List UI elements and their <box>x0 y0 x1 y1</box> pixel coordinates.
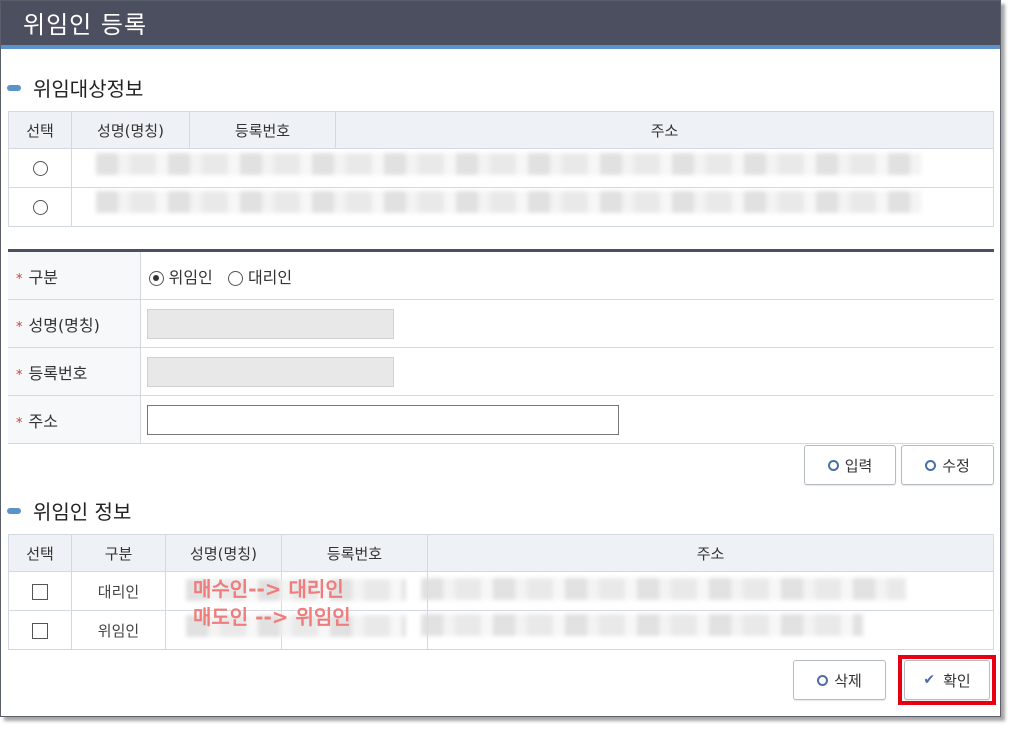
col-name: 성명(명칭) <box>71 111 190 149</box>
radio-delegator-label: 위임인 <box>168 267 213 287</box>
window-title: 위임인 등록 <box>23 11 148 39</box>
col-address: 주소 <box>427 534 994 572</box>
address-cell <box>140 395 994 444</box>
info-section-title: 위임인 정보 <box>7 496 131 525</box>
section-bullet-icon <box>7 84 21 91</box>
type-option-delegator[interactable]: 위임인 <box>148 267 213 287</box>
type-options: 위임인 대리인 <box>140 250 994 300</box>
annotation-line2: 매도인 --> 위임인 <box>193 605 351 629</box>
col-name: 성명(명칭) <box>165 534 282 572</box>
reg-label: * 등록번호 <box>8 347 141 396</box>
radio-agent[interactable] <box>227 270 243 286</box>
row-radio[interactable] <box>32 200 48 215</box>
col-address: 주소 <box>335 111 994 149</box>
col-select: 선택 <box>8 111 72 149</box>
section-bullet-icon <box>7 507 21 514</box>
redacted-content <box>421 578 906 600</box>
radio-delegator[interactable] <box>148 270 164 286</box>
address-label-text: 주소 <box>28 411 58 431</box>
registration-form: * 구분 위임인 대리인 * 성명(명칭) * 등록번호 * 주소 <box>8 249 994 444</box>
reg-cell <box>140 347 994 396</box>
input-button-label: 입력 <box>844 456 873 475</box>
table-header-row: 선택 성명(명칭) 등록번호 주소 <box>8 111 994 149</box>
reg-number-input[interactable] <box>146 356 394 387</box>
name-cell <box>140 299 994 348</box>
row-checkbox[interactable] <box>32 622 48 639</box>
name-input[interactable] <box>146 308 394 339</box>
row-select-cell[interactable] <box>8 571 72 611</box>
address-input[interactable] <box>146 404 619 435</box>
name-label: * 성명(명칭) <box>8 299 141 348</box>
type-label: * 구분 <box>8 250 141 300</box>
reg-label-text: 등록번호 <box>28 363 88 383</box>
target-section-title: 위임대상정보 <box>7 73 143 102</box>
row-type: 대리인 <box>71 571 166 611</box>
delete-button-label: 삭제 <box>834 671 862 690</box>
redacted-content <box>96 153 921 175</box>
annotation-line1: 매수인--> 대리인 <box>193 577 344 601</box>
form-row-type: * 구분 위임인 대리인 <box>8 250 994 300</box>
type-label-text: 구분 <box>28 267 58 287</box>
required-mark: * <box>16 415 23 431</box>
row-select-cell[interactable] <box>8 187 72 227</box>
col-select: 선택 <box>8 534 72 572</box>
table-header-row: 선택 구분 성명(명칭) 등록번호 주소 <box>8 534 994 572</box>
col-type: 구분 <box>71 534 166 572</box>
confirm-highlight-box <box>898 655 996 705</box>
row-select-cell[interactable] <box>8 610 72 650</box>
col-reg: 등록번호 <box>281 534 428 572</box>
radio-agent-label: 대리인 <box>247 267 293 287</box>
redacted-content <box>96 191 921 213</box>
row-checkbox[interactable] <box>32 583 48 600</box>
form-row-name: * 성명(명칭) <box>8 299 994 348</box>
required-mark: * <box>16 319 23 335</box>
circle-icon <box>827 459 839 471</box>
address-label: * 주소 <box>8 395 141 444</box>
form-row-address: * 주소 <box>8 395 994 444</box>
row-type: 위임인 <box>71 610 166 650</box>
type-option-agent[interactable]: 대리인 <box>227 267 293 287</box>
dialog-window: 위임인 등록 위임대상정보 선택 성명(명칭) 등록번호 주소 * 구분 위임인 <box>0 0 1001 717</box>
edit-button[interactable]: 수정 <box>901 445 994 485</box>
row-select-cell[interactable] <box>8 148 72 188</box>
name-label-text: 성명(명칭) <box>28 315 100 335</box>
redacted-content <box>421 614 863 636</box>
delete-button[interactable]: 삭제 <box>793 660 886 700</box>
edit-button-label: 수정 <box>942 456 970 475</box>
target-section-title-text: 위임대상정보 <box>33 77 144 101</box>
circle-icon <box>925 459 937 471</box>
circle-icon <box>817 674 829 686</box>
title-bar: 위임인 등록 <box>1 1 1000 49</box>
form-row-reg: * 등록번호 <box>8 347 994 396</box>
info-section-title-text: 위임인 정보 <box>33 500 132 524</box>
col-reg: 등록번호 <box>189 111 336 149</box>
input-button[interactable]: 입력 <box>804 445 896 485</box>
row-radio[interactable] <box>32 161 48 176</box>
required-mark: * <box>16 367 23 383</box>
required-mark: * <box>16 271 23 287</box>
